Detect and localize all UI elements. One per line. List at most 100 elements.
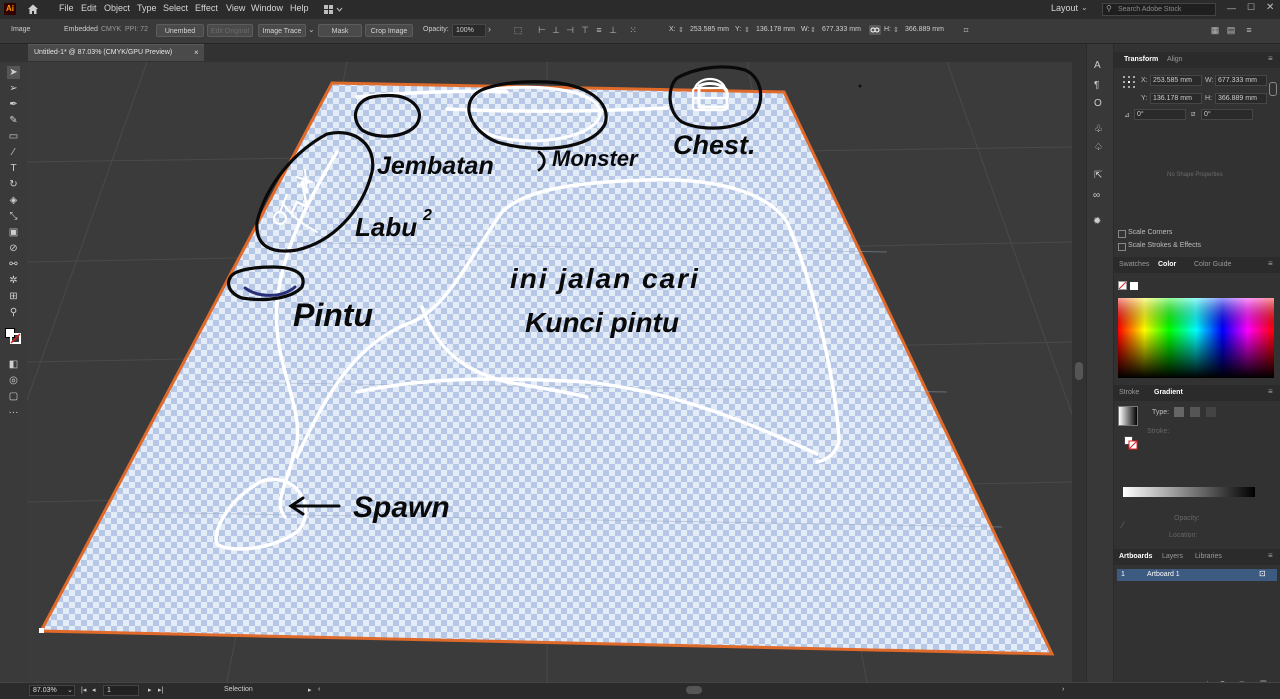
menu-file[interactable]: File (59, 3, 74, 13)
tab-stroke[interactable]: Stroke (1119, 389, 1139, 396)
selection-tool-icon[interactable]: ➤ (7, 66, 20, 79)
eraser-tool-icon[interactable]: ◈ (7, 194, 20, 207)
align-top-icon[interactable]: ⊤ (580, 25, 590, 35)
zoom-chevron-icon[interactable]: ⌄ (67, 686, 73, 694)
menu-type[interactable]: Type (137, 3, 157, 13)
tab-artboards[interactable]: Artboards (1119, 553, 1152, 560)
color-spectrum[interactable] (1118, 298, 1274, 378)
freeform-gradient-icon[interactable] (1206, 407, 1216, 417)
gradient-eyedropper-icon[interactable]: ⁄ (1122, 520, 1124, 530)
panel-y-field[interactable]: 136.178 mm (1150, 93, 1202, 104)
close-tab-icon[interactable]: × (194, 45, 199, 61)
scale-corners-checkbox[interactable] (1118, 230, 1126, 238)
tab-color-guide[interactable]: Color Guide (1194, 261, 1231, 268)
direct-selection-tool-icon[interactable]: ➢ (7, 82, 20, 95)
maximize-icon[interactable]: ☐ (1247, 2, 1255, 13)
align-bottom-icon[interactable]: ⊥ (608, 25, 618, 35)
rotate-field[interactable]: 0° (1134, 109, 1186, 120)
brushes-panel-icon[interactable]: ✹ (1093, 216, 1101, 227)
draw-mode-icon[interactable]: ◎ (7, 374, 20, 387)
fill-stroke-swatch-icon[interactable] (5, 328, 21, 344)
panel-x-field[interactable]: 253.585 mm (1150, 75, 1202, 86)
align-middle-icon[interactable]: ≡ (594, 25, 604, 35)
shear-field[interactable]: 0° (1201, 109, 1253, 120)
mask-button[interactable]: Mask (318, 24, 362, 37)
paintbrush-tool-icon[interactable]: ⁄ (7, 146, 20, 159)
graphic-styles-icon[interactable]: ♤ (1094, 142, 1103, 153)
tab-align[interactable]: Align (1167, 56, 1183, 63)
gradient-tool-icon[interactable]: ▣ (7, 226, 20, 239)
menu-select[interactable]: Select (163, 3, 188, 13)
menu-window[interactable]: Window (251, 3, 283, 13)
reference-point-icon[interactable]: ⁙ (628, 25, 638, 35)
artboard-row[interactable]: 1 Artboard 1 ⊡ (1117, 569, 1277, 581)
anchor-handle[interactable] (39, 628, 44, 633)
tab-transform[interactable]: Transform (1124, 56, 1158, 63)
character-panel-icon[interactable]: A (1094, 60, 1101, 71)
constrain-proportions-link-icon[interactable] (869, 25, 881, 35)
home-icon[interactable] (27, 3, 39, 15)
color-panel-menu-icon[interactable]: ≡ (1268, 259, 1273, 268)
first-artboard-icon[interactable]: |◂ (81, 686, 86, 694)
vertical-scrollbar[interactable] (1073, 62, 1085, 682)
status-scroll-right-icon[interactable]: › (1062, 686, 1064, 693)
artboard-tool-icon[interactable]: ⊞ (7, 290, 20, 303)
tab-color[interactable]: Color (1158, 261, 1176, 268)
recolor-icon[interactable]: ⬚ (511, 25, 525, 35)
h-stepper-icon[interactable]: ⇕ (893, 26, 899, 34)
h-field[interactable]: 366.889 mm (902, 24, 950, 37)
gradient-fill-stroke-icon[interactable] (1124, 436, 1138, 450)
horizontal-scroll-thumb[interactable] (686, 686, 702, 694)
last-artboard-icon[interactable]: ▸| (158, 686, 163, 694)
canvas-area[interactable]: Jembatan Monster Chest. Labu 2 Pintu ini… (27, 62, 1072, 682)
stock-search-field[interactable]: ⚲ Search Adobe Stock (1102, 3, 1216, 16)
menu-view[interactable]: View (226, 3, 245, 13)
appearance-panel-icon[interactable]: ♧ (1094, 124, 1103, 135)
curvature-tool-icon[interactable]: ✎ (7, 114, 20, 127)
linear-gradient-icon[interactable] (1174, 407, 1184, 417)
pen-tool-icon[interactable]: ✒ (7, 98, 20, 111)
tab-layers[interactable]: Layers (1162, 553, 1183, 560)
tab-gradient[interactable]: Gradient (1154, 389, 1183, 396)
radial-gradient-icon[interactable] (1190, 407, 1200, 417)
chevron-down-icon[interactable]: ⌄ (1081, 3, 1088, 12)
y-field[interactable]: 136.178 mm (753, 24, 799, 37)
next-artboard-icon[interactable]: ▸ (148, 686, 152, 694)
tab-libraries[interactable]: Libraries (1195, 553, 1222, 560)
opacity-field[interactable]: 100% (452, 24, 486, 37)
rotate-tool-icon[interactable]: ↻ (7, 178, 20, 191)
scale-tool-icon[interactable]: ⤡ (7, 210, 20, 223)
zoom-tool-icon[interactable]: ⚲ (7, 306, 20, 319)
opentype-panel-icon[interactable]: O (1094, 98, 1102, 109)
none-white-swatch-icon[interactable] (1118, 281, 1140, 291)
x-stepper-icon[interactable]: ⇕ (678, 26, 684, 34)
prev-artboard-icon[interactable]: ◂ (92, 686, 96, 694)
minimize-icon[interactable]: — (1227, 3, 1236, 13)
scroll-thumb[interactable] (1075, 362, 1083, 380)
type-tool-icon[interactable]: T (7, 162, 20, 175)
artboards-panel-menu-icon[interactable]: ≡ (1268, 551, 1273, 560)
rectangle-tool-icon[interactable]: ▭ (7, 130, 20, 143)
control-menu-icon[interactable]: ≡ (1244, 25, 1254, 35)
status-arrow-icon[interactable]: ▸ (308, 686, 312, 694)
panel-h-field[interactable]: 366.889 mm (1215, 93, 1267, 104)
edit-original-button[interactable]: Edit Original (207, 24, 253, 37)
paragraph-panel-icon[interactable]: ¶ (1094, 80, 1099, 91)
blend-tool-icon[interactable]: ⚯ (7, 258, 20, 271)
scale-strokes-checkbox[interactable] (1118, 243, 1126, 251)
gradient-panel-menu-icon[interactable]: ≡ (1268, 387, 1273, 396)
unembed-button[interactable]: Unembed (156, 24, 204, 37)
export-icon[interactable]: ⇱ (1094, 170, 1102, 181)
symbol-sprayer-tool-icon[interactable]: ✲ (7, 274, 20, 287)
transform-icon[interactable]: ⌗ (960, 25, 972, 35)
eyedropper-tool-icon[interactable]: ⊘ (7, 242, 20, 255)
tab-swatches[interactable]: Swatches (1119, 261, 1149, 268)
w-field[interactable]: 677.333 mm (819, 24, 867, 37)
panel-w-field[interactable]: 677.333 mm (1215, 75, 1267, 86)
image-trace-chevron-icon[interactable]: ⌄ (308, 25, 315, 34)
artboard-number-field[interactable]: 1 (103, 685, 139, 696)
align-center-icon[interactable]: ⊥ (551, 25, 561, 35)
menu-help[interactable]: Help (290, 3, 309, 13)
more-tools-icon[interactable]: ··· (7, 406, 20, 419)
panel-options-icon[interactable]: ▤ (1226, 25, 1236, 35)
